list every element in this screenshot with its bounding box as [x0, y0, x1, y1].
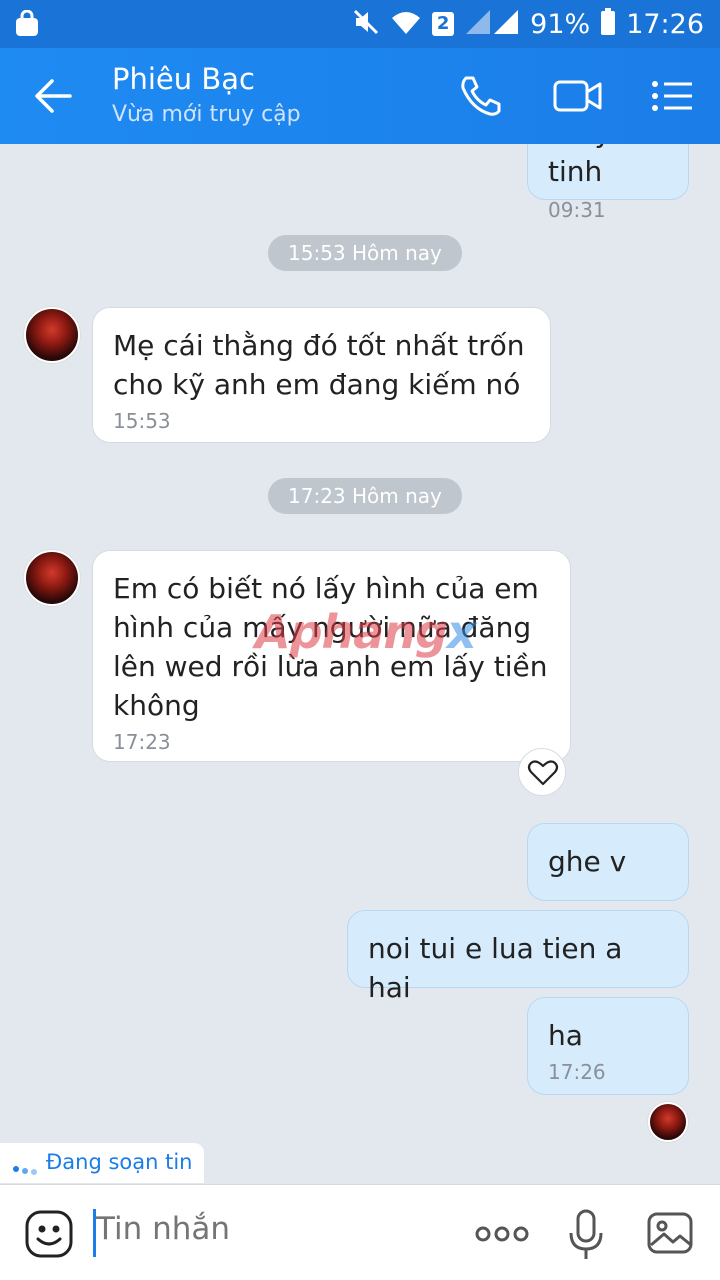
message-list[interactable]: thủy tinh 09:31 15:53 Hôm nay Mẹ cái thằ… — [0, 144, 720, 1184]
outgoing-message-partial[interactable]: thủy tinh 09:31 — [527, 144, 689, 222]
mute-icon — [352, 8, 380, 40]
message-line: Mẹ cái thằng đó tốt nhất trốn — [113, 329, 525, 362]
date-separator: 15:53 Hôm nay — [268, 235, 462, 271]
message-time: 09:31 — [548, 198, 606, 222]
message-text: ha — [548, 1019, 583, 1052]
react-heart-button[interactable] — [518, 748, 566, 796]
video-call-icon[interactable] — [552, 74, 604, 118]
phone-icon[interactable] — [458, 74, 504, 118]
message-time: 15:53 — [113, 409, 171, 433]
contact-name[interactable]: Phiêu Bạc — [112, 62, 255, 96]
heart-icon — [527, 760, 559, 786]
message-text: noi tui e lua tien a hai — [368, 932, 623, 1004]
contact-avatar[interactable] — [24, 307, 80, 363]
message-line: cho kỹ anh em đang kiếm nó — [113, 368, 521, 401]
message-time: 17:26 — [548, 1060, 606, 1084]
incoming-message[interactable]: Mẹ cái thằng đó tốt nhất trốn cho kỹ anh… — [92, 307, 551, 443]
message-line: không — [113, 689, 200, 722]
image-icon[interactable] — [646, 1209, 694, 1259]
battery-percent: 91% — [530, 8, 591, 40]
message-line: hình của mấy người nữa đăng — [113, 611, 532, 644]
back-arrow-icon[interactable] — [32, 76, 76, 116]
typing-dots-icon — [12, 1160, 40, 1179]
outgoing-message[interactable]: ha 17:26 — [527, 997, 689, 1095]
wifi-icon — [390, 8, 422, 40]
sim-badge: 2 — [432, 12, 455, 36]
incoming-message[interactable]: Em có biết nó lấy hình của em hình của m… — [92, 550, 571, 762]
typing-indicator: Đang soạn tin — [0, 1143, 204, 1183]
contact-avatar[interactable] — [24, 550, 80, 606]
message-input[interactable] — [96, 1211, 436, 1247]
signal-icon — [464, 8, 520, 40]
mic-icon[interactable] — [566, 1209, 606, 1259]
battery-icon — [600, 8, 616, 40]
outgoing-message[interactable]: ghe v — [527, 823, 689, 901]
composer-bar — [0, 1184, 720, 1280]
bag-icon — [14, 9, 40, 42]
clock: 17:26 — [626, 8, 704, 40]
message-line: Em có biết nó lấy hình của em — [113, 572, 539, 605]
message-line: lên wed rồi lừa anh em lấy tiền — [113, 650, 548, 683]
date-separator: 17:23 Hôm nay — [268, 478, 462, 514]
emoji-icon[interactable] — [24, 1209, 74, 1259]
status-bar: 2 91% 17:26 — [0, 0, 720, 48]
contact-status: Vừa mới truy cập — [112, 102, 301, 127]
seen-avatar — [648, 1102, 688, 1142]
typing-label: Đang soạn tin — [46, 1150, 193, 1174]
outgoing-message[interactable]: noi tui e lua tien a hai — [347, 910, 689, 1004]
message-time: 17:23 — [113, 730, 171, 754]
menu-list-icon[interactable] — [650, 74, 696, 118]
chat-header: Phiêu Bạc Vừa mới truy cập — [0, 48, 720, 144]
more-icon[interactable] — [474, 1209, 530, 1259]
message-text: thủy tinh — [548, 144, 611, 188]
message-text: ghe v — [548, 845, 627, 878]
